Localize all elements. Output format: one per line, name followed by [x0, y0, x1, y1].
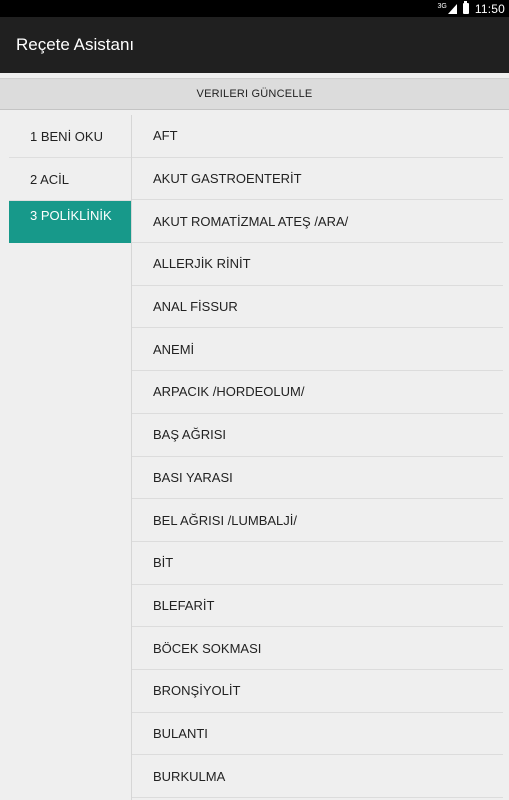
list-item[interactable]: BULANTI [132, 713, 503, 756]
sidebar-item-poliklinik[interactable]: 3 POLİKLİNİK [9, 201, 131, 243]
list-item[interactable]: ALLERJİK RİNİT [132, 243, 503, 286]
list-item[interactable]: AKUT GASTROENTERİT [132, 158, 503, 201]
category-sidebar: 1 BENİ OKU 2 ACİL 3 POLİKLİNİK [9, 115, 132, 800]
list-item[interactable]: BEL AĞRISI /LUMBALJİ/ [132, 499, 503, 542]
list-item[interactable]: BRONŞİYOLİT [132, 670, 503, 713]
app-title: Reçete Asistanı [16, 35, 135, 54]
list-item[interactable]: AKUT ROMATİZMAL ATEŞ /ARA/ [132, 200, 503, 244]
list-item[interactable]: BÖCEK SOKMASI [132, 627, 503, 670]
list-item[interactable]: BAŞ AĞRISI [132, 414, 503, 457]
app-bar: Reçete Asistanı [0, 17, 509, 73]
list-item[interactable]: BASI YARASI [132, 457, 503, 500]
clock: 11:50 [474, 1, 505, 16]
list-item[interactable]: BİT [132, 542, 503, 585]
sidebar-item-beni-oku[interactable]: 1 BENİ OKU [9, 115, 131, 158]
network-type: 3G [437, 3, 447, 10]
battery-icon [462, 1, 469, 14]
signal-icon: 3G [438, 3, 457, 14]
list-item[interactable]: ANAL FİSSUR [132, 286, 503, 329]
update-data-button[interactable]: VERILERI GÜNCELLE [0, 78, 509, 110]
condition-list[interactable]: AFT AKUT GASTROENTERİT AKUT ROMATİZMAL A… [132, 115, 503, 800]
list-item[interactable]: BLEFARİT [132, 585, 503, 628]
list-item[interactable]: ARPACIK /HORDEOLUM/ [132, 371, 503, 414]
list-item[interactable]: BURKULMA [132, 755, 503, 798]
list-item[interactable]: ANEMİ [132, 328, 503, 372]
sidebar-item-acil[interactable]: 2 ACİL [9, 158, 131, 201]
status-bar: 3G 11:50 [0, 0, 509, 17]
list-item[interactable]: AFT [132, 115, 503, 158]
